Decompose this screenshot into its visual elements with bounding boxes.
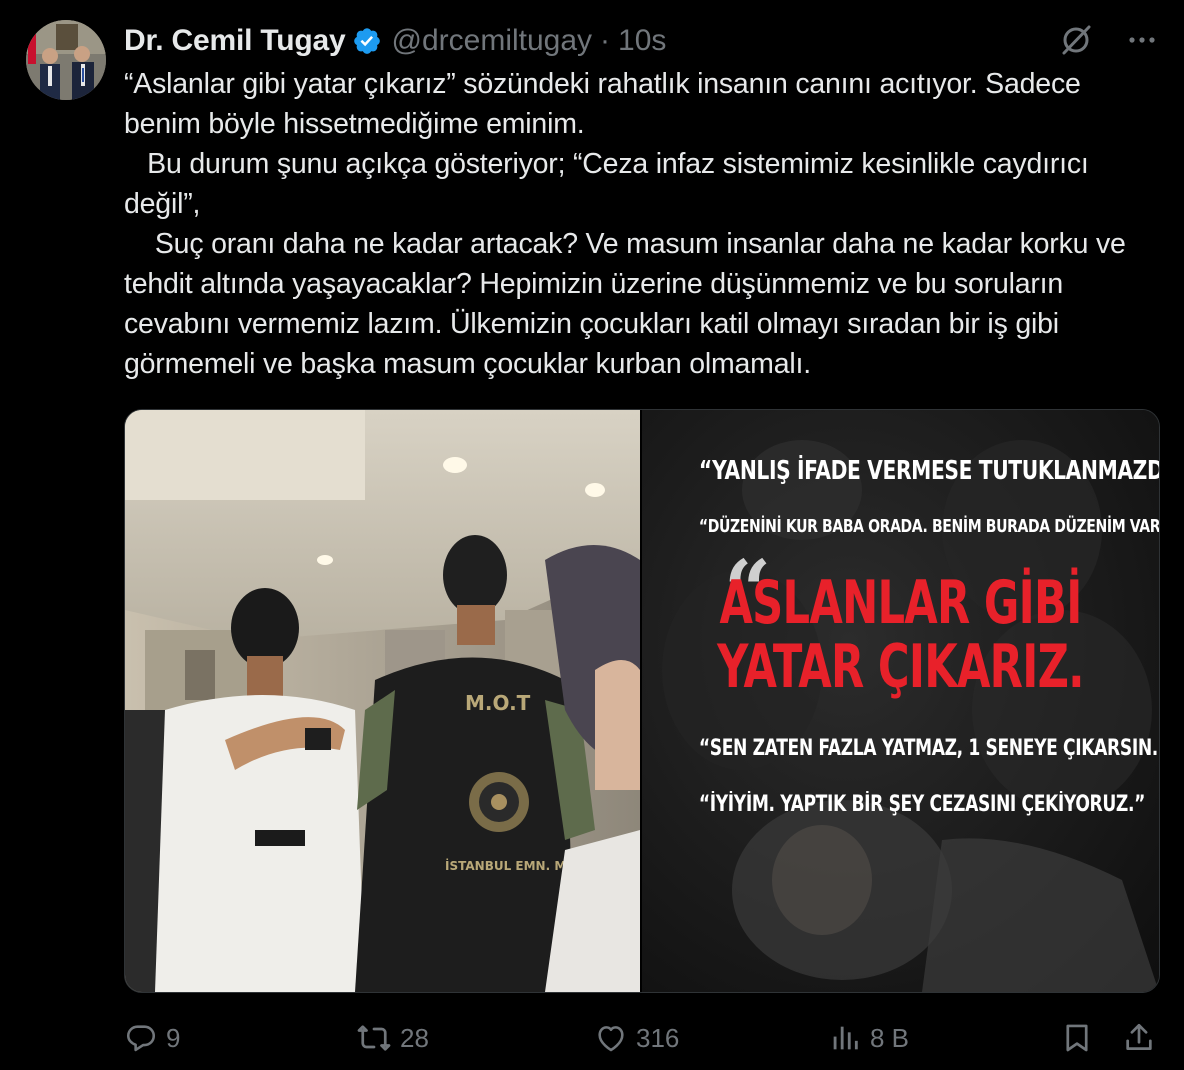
author-handle[interactable]: @drcemiltugay: [392, 24, 593, 58]
graphic-quote: “YANLIŞ İFADE VERMESE TUTUKLANMAZDI.”: [698, 456, 1160, 486]
media-photo-left[interactable]: M.O.T İSTANBUL EMN. MÜD.: [125, 410, 640, 992]
heart-icon: [594, 1021, 628, 1055]
graphic-headline: ASLANLAR GİBİ: [719, 568, 1082, 638]
grok-icon[interactable]: [1058, 22, 1094, 58]
tweet-timestamp[interactable]: 10s: [618, 24, 666, 58]
tweet-paragraph: Suç oranı daha ne kadar artacak? Ve masu…: [124, 228, 1134, 380]
reply-icon: [124, 1021, 158, 1055]
repost-count: 28: [400, 1022, 429, 1053]
reply-button[interactable]: 9: [124, 1016, 180, 1060]
tweet-media[interactable]: M.O.T İSTANBUL EMN. MÜD. “YANLIŞ İFADE V…: [124, 409, 1160, 993]
graphic-quote: “İYİYİM. YAPTIK BİR ŞEY CEZASINI ÇEKİYOR…: [698, 792, 1146, 817]
like-count: 316: [636, 1022, 680, 1053]
views-button[interactable]: 8 B: [828, 1016, 909, 1060]
more-icon[interactable]: [1124, 22, 1160, 58]
analytics-icon: [828, 1021, 862, 1055]
author-name[interactable]: Dr. Cemil Tugay: [124, 24, 346, 58]
graphic-quote: “SEN ZATEN FAZLA YATMAZ, 1 SENEYE ÇIKARS…: [698, 736, 1160, 761]
repost-icon: [356, 1020, 392, 1056]
tweet-text: “Aslanlar gibi yatar çıkarız” sözündeki …: [124, 64, 1164, 384]
share-button[interactable]: [1122, 1016, 1156, 1060]
views-count: 8 B: [870, 1022, 910, 1053]
tweet-paragraph: Bu durum şunu açıkça gösteriyor; “Ceza i…: [124, 148, 1097, 220]
tweet-action-bar: 9 28 316 8 B: [124, 1016, 1164, 1060]
tweet-header: Dr. Cemil Tugay @drcemiltugay · 10s: [124, 22, 666, 60]
bookmark-button[interactable]: [1060, 1016, 1094, 1060]
avatar[interactable]: [26, 20, 106, 100]
graphic-quote: “DÜZENİNİ KUR BABA ORADA. BENİM BURADA D…: [698, 516, 1160, 537]
graphic-headline: YATAR ÇIKARIZ.: [717, 632, 1084, 702]
media-graphic-right[interactable]: “YANLIŞ İFADE VERMESE TUTUKLANMAZDI.” “D…: [642, 410, 1159, 992]
bookmark-icon: [1060, 1021, 1094, 1055]
repost-button[interactable]: 28: [356, 1016, 429, 1060]
separator-dot: ·: [600, 24, 611, 57]
vest-title: M.O.T: [465, 691, 531, 715]
verified-badge-icon[interactable]: [352, 26, 382, 56]
tweet-paragraph: “Aslanlar gibi yatar çıkarız” sözündeki …: [124, 68, 1089, 140]
like-button[interactable]: 316: [594, 1016, 679, 1060]
tweet-top-actions: [1058, 22, 1160, 58]
reply-count: 9: [166, 1022, 181, 1053]
share-icon: [1122, 1021, 1156, 1055]
